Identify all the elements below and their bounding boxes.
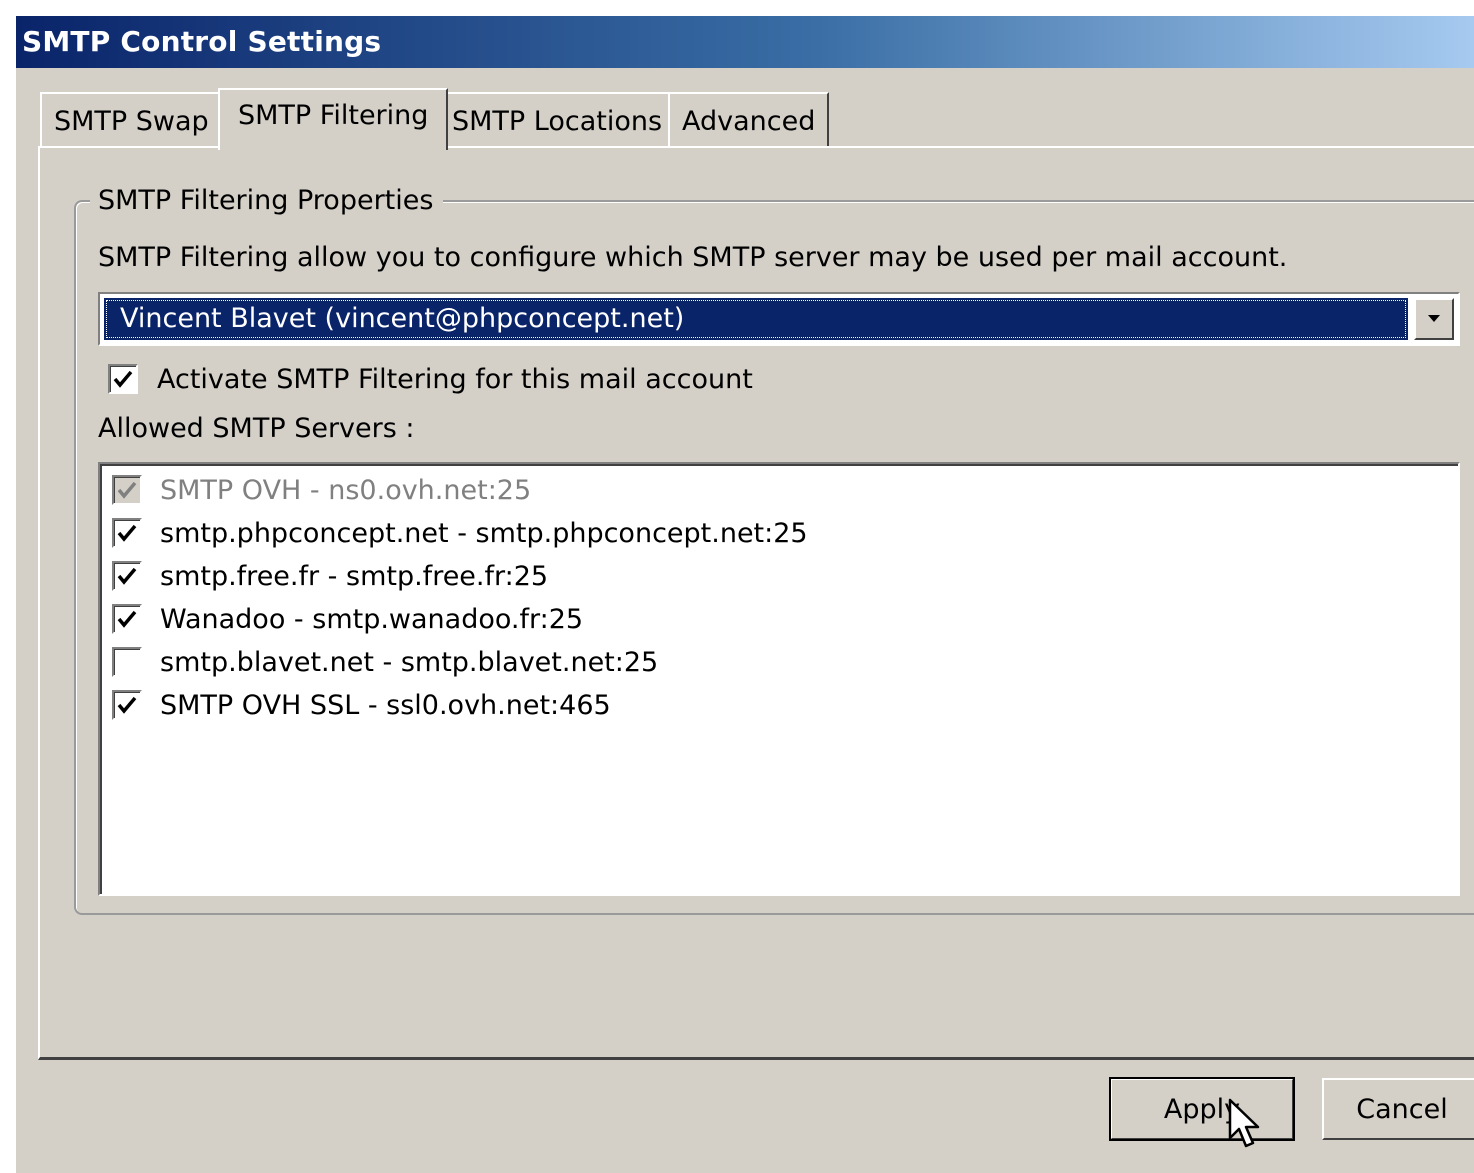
server-checkbox[interactable] (112, 690, 142, 720)
activate-filtering-label[interactable]: Activate SMTP Filtering for this mail ac… (157, 360, 753, 400)
check-icon (117, 696, 137, 714)
account-select-value[interactable]: Vincent Blavet (vincent@phpconcept.net) (104, 298, 1408, 340)
check-icon (117, 567, 137, 585)
combo-dropdown-button[interactable] (1414, 298, 1454, 340)
server-label[interactable]: smtp.phpconcept.net - smtp.phpconcept.ne… (160, 512, 808, 555)
server-row-wanadoo[interactable]: Wanadoo - smtp.wanadoo.fr:25 (108, 598, 1448, 641)
server-checkbox (112, 475, 142, 505)
server-label[interactable]: Wanadoo - smtp.wanadoo.fr:25 (160, 598, 583, 641)
server-label[interactable]: smtp.free.fr - smtp.free.fr:25 (160, 555, 548, 598)
server-row-phpconcept[interactable]: smtp.phpconcept.net - smtp.phpconcept.ne… (108, 512, 1448, 555)
server-label[interactable]: smtp.blavet.net - smtp.blavet.net:25 (160, 641, 658, 684)
check-icon (117, 610, 137, 628)
server-row-ovh-ssl[interactable]: SMTP OVH SSL - ssl0.ovh.net:465 (108, 684, 1448, 727)
window-frame-top (0, 0, 1474, 16)
server-checkbox[interactable] (112, 604, 142, 634)
allowed-servers-list[interactable]: SMTP OVH - ns0.ovh.net:25 smtp.phpconcep… (98, 462, 1460, 896)
activate-filtering-checkbox[interactable] (108, 364, 138, 394)
check-icon (117, 481, 137, 499)
cancel-button[interactable]: Cancel (1322, 1078, 1474, 1140)
server-checkbox[interactable] (112, 518, 142, 548)
tab-smtp-swap[interactable]: SMTP Swap (40, 92, 223, 148)
account-select[interactable]: Vincent Blavet (vincent@phpconcept.net) (98, 292, 1460, 346)
server-checkbox[interactable] (112, 647, 142, 677)
title-bar[interactable]: SMTP Control Settings (16, 16, 1474, 68)
group-title: SMTP Filtering Properties (90, 183, 444, 219)
window-frame-left (0, 0, 16, 1173)
tab-smtp-filtering[interactable]: SMTP Filtering (218, 88, 449, 150)
tab-advanced[interactable]: Advanced (668, 92, 830, 148)
server-row-smtp-ovh: SMTP OVH - ns0.ovh.net:25 (108, 469, 1448, 512)
check-icon (117, 524, 137, 542)
tab-smtp-locations[interactable]: SMTP Locations (438, 92, 677, 148)
server-label[interactable]: SMTP OVH SSL - ssl0.ovh.net:465 (160, 684, 611, 727)
chevron-down-icon (1428, 315, 1440, 322)
apply-button[interactable]: Apply (1109, 1077, 1295, 1141)
server-checkbox[interactable] (112, 561, 142, 591)
server-label: SMTP OVH - ns0.ovh.net:25 (160, 475, 532, 506)
check-icon (113, 370, 133, 388)
mouse-pointer-icon (1228, 1098, 1260, 1148)
filtering-description: SMTP Filtering allow you to configure wh… (98, 242, 1288, 273)
server-row-blavet[interactable]: smtp.blavet.net - smtp.blavet.net:25 (108, 641, 1448, 684)
dialog-window: SMTP Control Settings SMTP Swap SMTP Fil… (0, 0, 1474, 1173)
allowed-servers-label: Allowed SMTP Servers : (98, 413, 415, 444)
server-row-free[interactable]: smtp.free.fr - smtp.free.fr:25 (108, 555, 1448, 598)
